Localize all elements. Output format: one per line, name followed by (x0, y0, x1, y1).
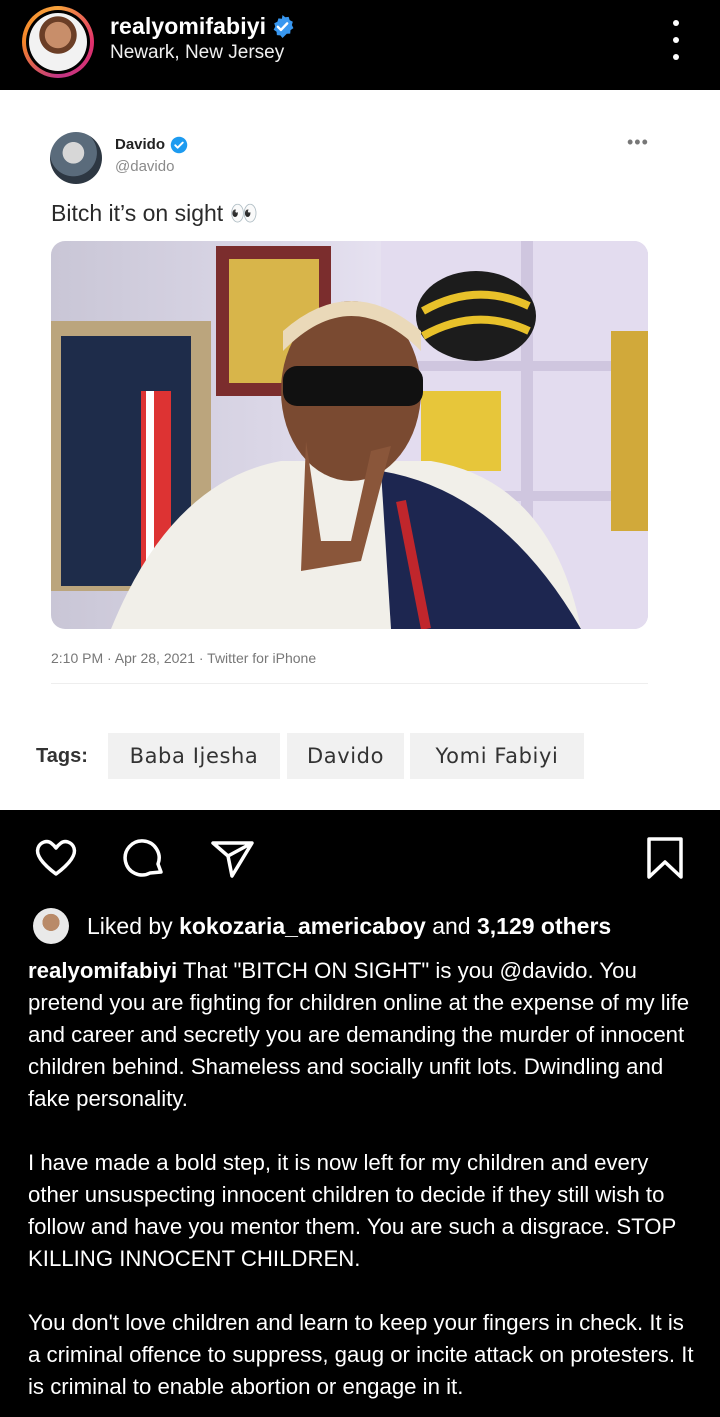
avatar-image (29, 13, 87, 71)
likes-summary[interactable]: Liked by kokozaria_americaboy and 3,129 … (33, 907, 611, 945)
liker-avatar (33, 908, 69, 944)
tweet-text: Bitch it’s on sight 👀 (51, 200, 259, 226)
likes-and: and (432, 912, 471, 939)
action-bar (0, 810, 720, 900)
tweet-avatar (50, 132, 102, 184)
likes-prefix: Liked by (87, 912, 173, 939)
tweet-handle: @davido (115, 158, 175, 175)
tweet-photo-illustration (51, 241, 648, 629)
tag-chip: Davido (287, 733, 404, 779)
profile-avatar[interactable] (22, 6, 94, 78)
comment-icon[interactable] (120, 834, 168, 882)
post-header: realyomifabiyi Newark, New Jersey (0, 0, 720, 90)
caption-paragraph-2: I have made a bold step, it is now left … (28, 1150, 676, 1271)
likes-count[interactable]: 3,129 others (477, 913, 611, 939)
post-image[interactable]: Davido @davido ••• Bitch it’s on sight 👀 (0, 90, 720, 810)
tag-chip: Yomi Fabiyi (410, 733, 584, 779)
username[interactable]: realyomifabiyi (110, 13, 266, 40)
caption-username[interactable]: realyomifabiyi (28, 958, 177, 983)
tweet-author-name: Davido (115, 136, 166, 153)
caption-paragraph-1: realyomifabiyi That "BITCH ON SIGHT" is … (28, 955, 698, 1115)
caption-paragraph-3: You don't love children and learn to kee… (28, 1310, 694, 1399)
liker-username[interactable]: kokozaria_americaboy (179, 913, 426, 939)
bookmark-icon[interactable] (641, 834, 689, 882)
send-icon[interactable] (208, 834, 256, 882)
tweet-divider (51, 683, 648, 684)
post-caption: realyomifabiyi That "BITCH ON SIGHT" is … (28, 955, 698, 1417)
tweet-more-icon: ••• (627, 132, 649, 152)
tweet-timestamp: 2:10 PM · Apr 28, 2021 · Twitter for iPh… (51, 650, 317, 666)
more-vertical-icon[interactable] (666, 20, 686, 60)
tags-label: Tags: (36, 745, 88, 767)
tweet-photo (51, 241, 648, 629)
post-location[interactable]: Newark, New Jersey (110, 42, 284, 64)
likes-text[interactable]: Liked by kokozaria_americaboy and 3,129 … (87, 913, 611, 940)
verified-badge-icon (273, 15, 294, 38)
tweet-verified-icon (170, 136, 188, 154)
heart-icon[interactable] (32, 834, 80, 882)
tag-chip: Baba Ijesha (108, 733, 280, 779)
